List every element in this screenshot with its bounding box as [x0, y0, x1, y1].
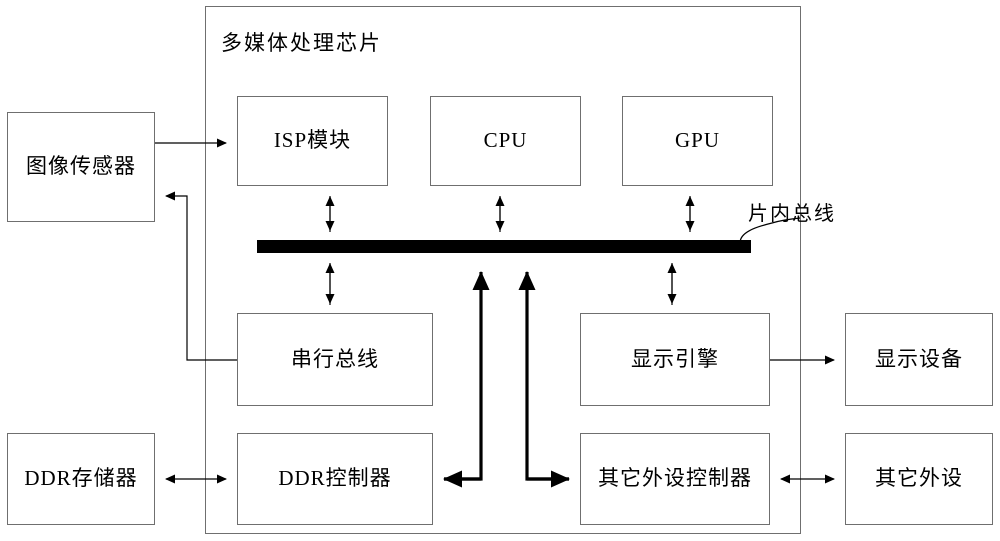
- block-ddr-controller: DDR控制器: [237, 433, 433, 525]
- block-label: DDR存储器: [24, 466, 138, 491]
- block-image-sensor: 图像传感器: [7, 112, 155, 222]
- block-display-device: 显示设备: [845, 313, 993, 406]
- block-label: GPU: [674, 128, 720, 153]
- block-cpu: CPU: [430, 96, 581, 186]
- block-other-peripheral-controller: 其它外设控制器: [580, 433, 770, 525]
- block-serial-bus: 串行总线: [237, 313, 433, 406]
- diagram-canvas: 多媒体处理芯片 片内总线 图像传感器 ISP模块 CPU GPU 串行总线 显示…: [0, 0, 1000, 541]
- block-display-engine: 显示引擎: [580, 313, 770, 406]
- block-isp-module: ISP模块: [237, 96, 388, 186]
- block-label: ISP模块: [273, 128, 352, 153]
- block-label: 其它外设控制器: [598, 466, 752, 491]
- on-chip-bus-bar: [257, 240, 751, 253]
- block-other-peripherals: 其它外设: [845, 433, 993, 525]
- block-label: CPU: [483, 128, 528, 153]
- block-label: 显示设备: [875, 346, 963, 371]
- block-label: 显示引擎: [631, 346, 719, 371]
- chip-title-label: 多媒体处理芯片: [221, 31, 382, 55]
- block-label: 其它外设: [875, 466, 963, 491]
- block-gpu: GPU: [622, 96, 773, 186]
- block-label: 串行总线: [291, 346, 379, 371]
- block-label: 图像传感器: [26, 154, 136, 179]
- block-label: DDR控制器: [278, 466, 392, 491]
- block-ddr-memory: DDR存储器: [7, 433, 155, 525]
- on-chip-bus-label: 片内总线: [748, 203, 836, 225]
